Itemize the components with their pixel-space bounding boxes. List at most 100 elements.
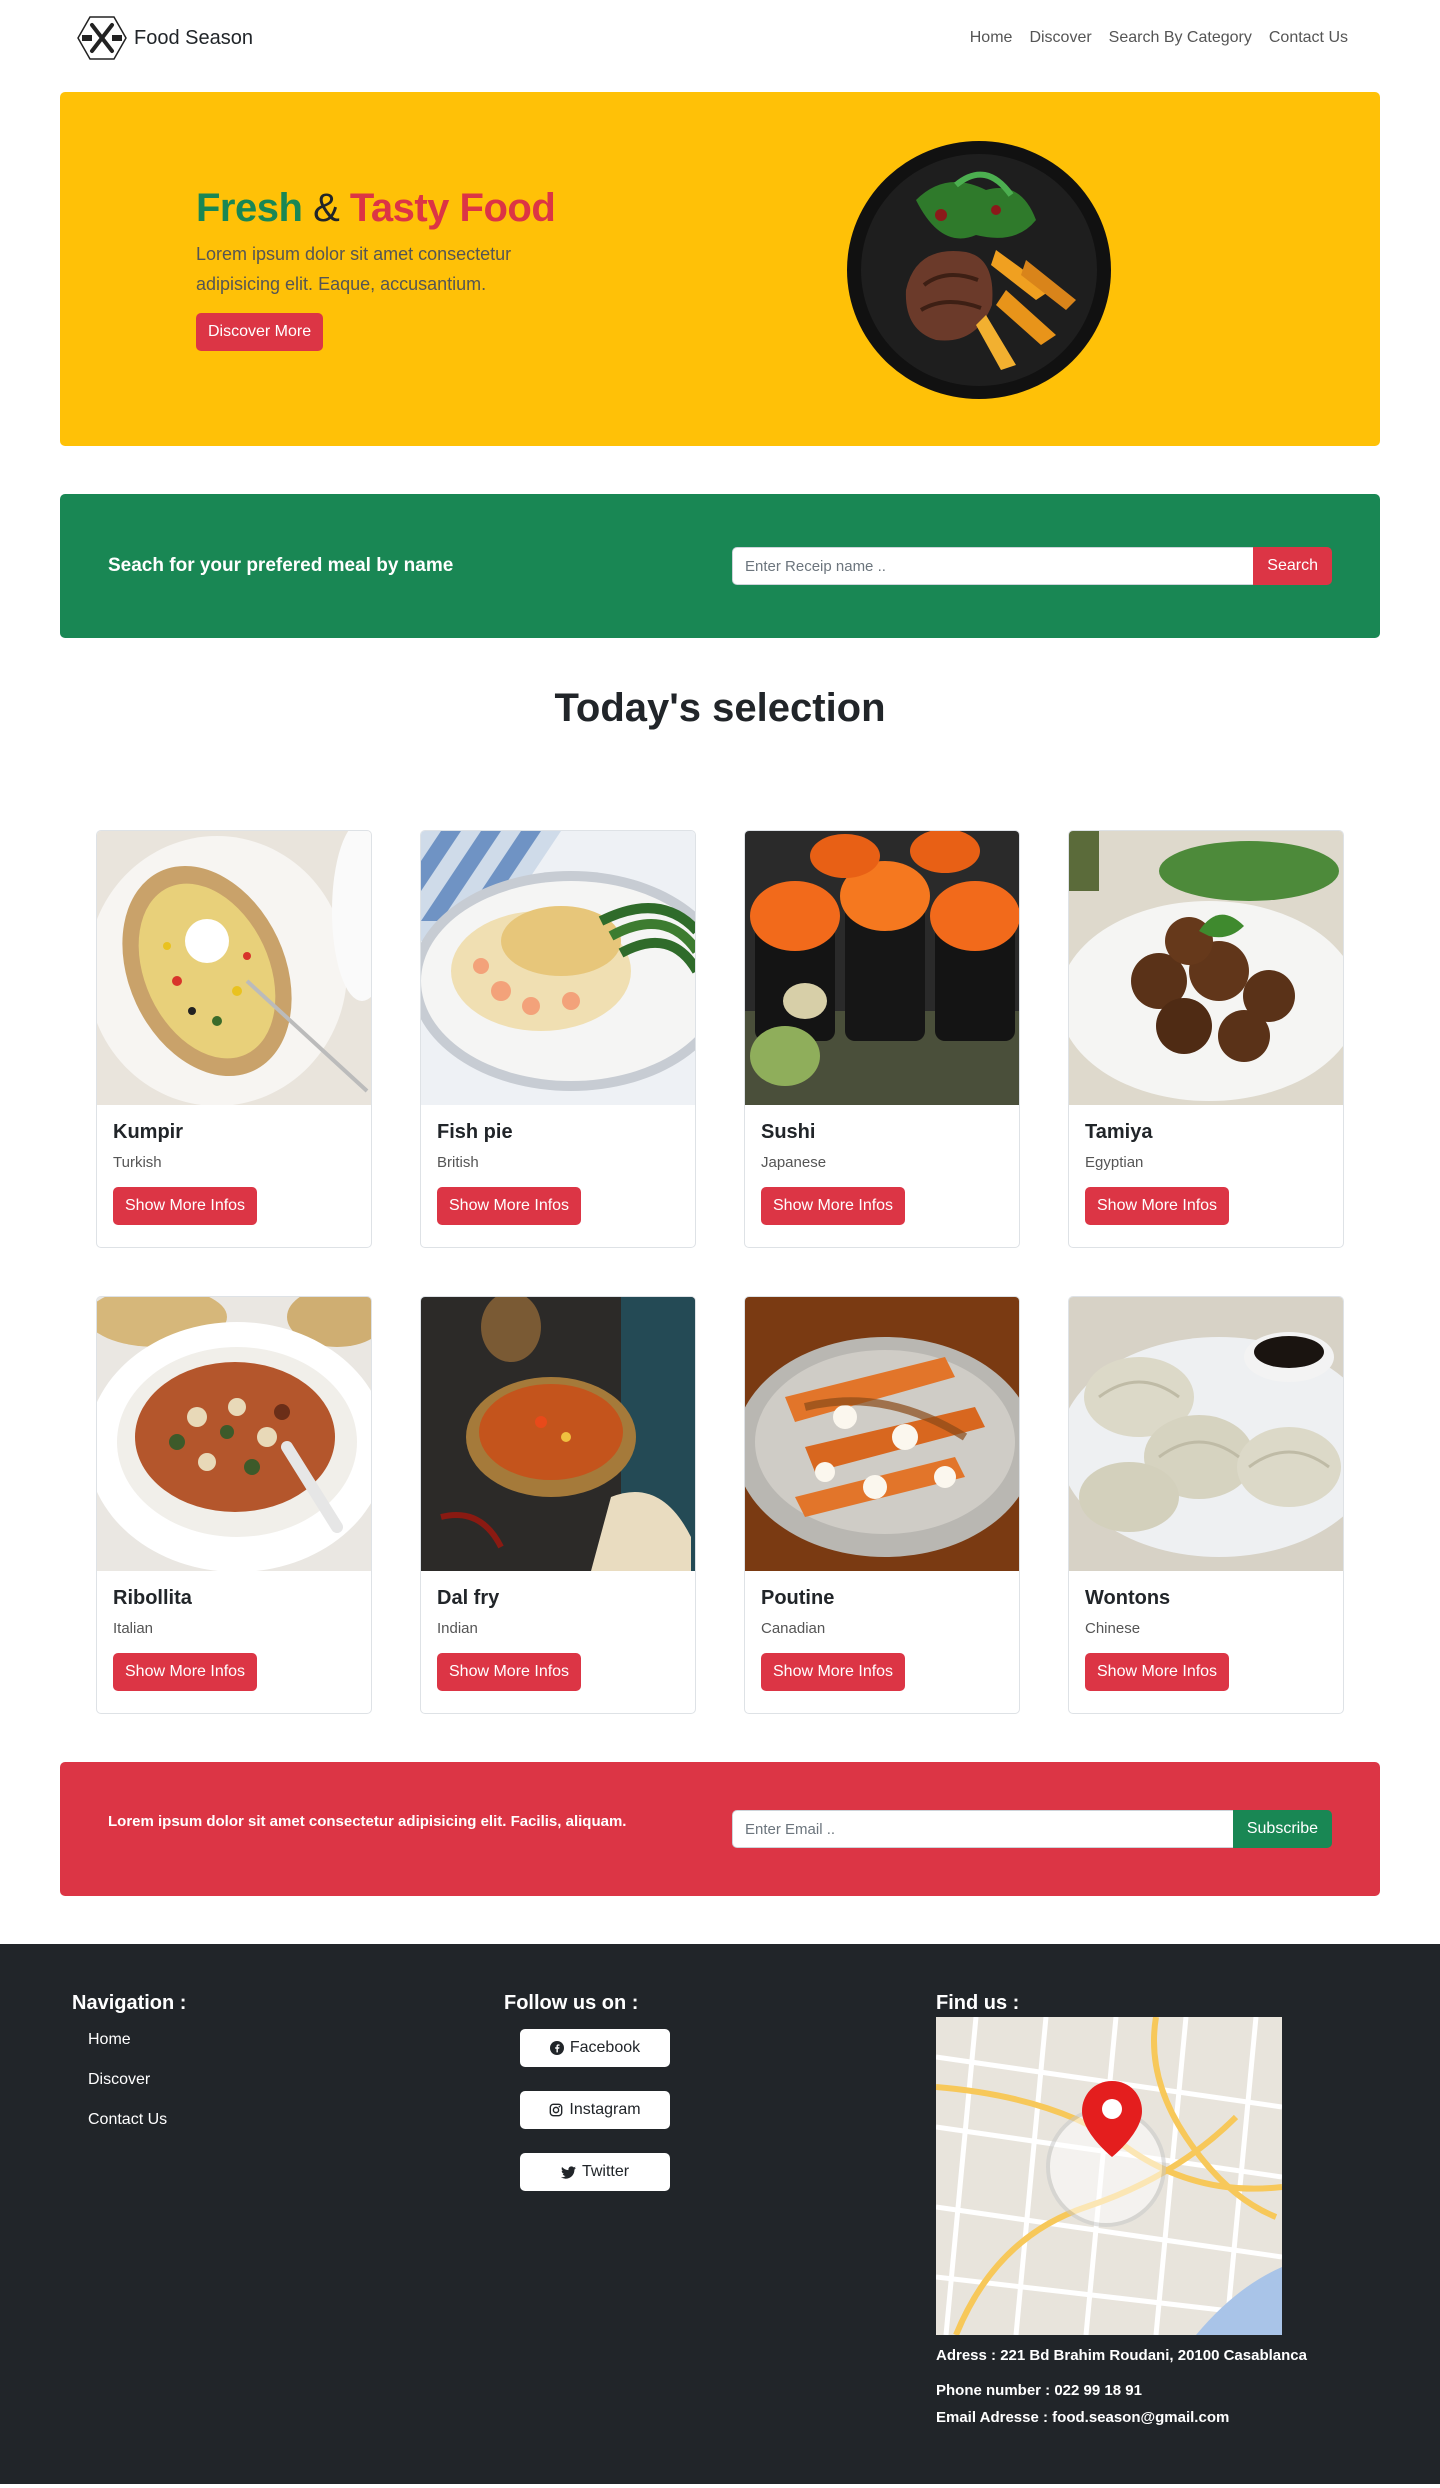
show-more-infos-button[interactable]: Show More Infos [761,1653,906,1691]
hero-text: Fresh & Tasty Food Lorem ipsum dolor sit… [196,186,556,351]
search-group: Search [732,547,1332,585]
footer-nav-list: Home Discover Contact Us [72,2031,186,2129]
steak-plate-image [847,141,1111,399]
instagram-button[interactable]: Instagram [520,2091,670,2129]
recipe-card-fish-pie: Fish pie British Show More Infos [420,830,696,1248]
card-title: Ribollita [113,1587,192,1609]
hero-title: Fresh & Tasty Food [196,186,556,231]
section-title: Today's selection [554,686,886,730]
card-origin: Chinese [1085,1620,1141,1637]
facebook-button[interactable]: Facebook [520,2029,670,2067]
fork-knife-logo-icon [77,16,127,60]
hero-title-tasty: Tasty Food [349,186,556,230]
twitter-icon [560,2165,576,2179]
show-more-infos-button[interactable]: Show More Infos [437,1187,582,1225]
card-title: Fish pie [437,1121,513,1143]
card-title: Kumpir [113,1121,183,1143]
brand-name: Food Season [134,26,253,49]
show-more-infos-button[interactable]: Show More Infos [761,1187,906,1225]
wontons-image [1069,1297,1343,1571]
footer-follow-title: Follow us on : [504,1992,639,2014]
brand[interactable]: Food Season [76,15,253,61]
facebook-label: Facebook [569,2039,641,2056]
hero-title-ampersand: & [313,186,340,230]
show-more-infos-button[interactable]: Show More Infos [1085,1187,1230,1225]
subscribe-button[interactable]: Subscribe [1232,1810,1332,1848]
card-body: Dal fry Indian Show More Infos [421,1571,695,1707]
card-body: Poutine Canadian Show More Infos [745,1571,1019,1707]
dal-fry-image [421,1297,695,1571]
instagram-icon [550,2103,563,2117]
card-origin: Italian [113,1620,154,1637]
show-more-infos-button[interactable]: Show More Infos [113,1187,258,1225]
search-button[interactable]: Search [1253,547,1332,585]
recipe-card-ribollita: Ribollita Italian Show More Infos [96,1296,372,1714]
footer-find-title: Find us : [936,1992,1020,2014]
newsletter-text: Lorem ipsum dolor sit amet consectetur a… [108,1812,627,1830]
nav-link-contact-us[interactable]: Contact Us [1269,29,1348,47]
hero-title-fresh: Fresh [196,186,303,230]
show-more-infos-button[interactable]: Show More Infos [113,1653,258,1691]
card-origin: Turkish [113,1154,162,1171]
show-more-infos-button[interactable]: Show More Infos [1085,1653,1230,1691]
navbar: Food Season Home Discover Search By Cate… [0,0,1440,76]
footer-link-home[interactable]: Home [88,2031,186,2049]
nav-links: Home Discover Search By Category Contact… [970,29,1348,47]
subscribe-group: Subscribe [732,1810,1332,1848]
footer: Navigation : Home Discover Contact Us Fo… [0,1944,1440,2484]
poutine-image [745,1297,1019,1571]
ribollita-image [97,1297,371,1571]
newsletter-banner: Lorem ipsum dolor sit amet consectetur a… [60,1762,1380,1896]
twitter-label: Twitter [581,2163,630,2180]
footer-phone: Phone number : 022 99 18 91 [936,2382,1142,2399]
footer-address: Adress : 221 Bd Brahim Roudani, 20100 Ca… [936,2347,1307,2364]
footer-follow: Follow us on : Facebook Instagram Twitte… [504,1992,670,2191]
card-body: Kumpir Turkish Show More Infos [97,1105,371,1241]
card-body: Tamiya Egyptian Show More Infos [1069,1105,1343,1241]
card-title: Wontons [1085,1587,1171,1609]
card-body: Fish pie British Show More Infos [421,1105,695,1241]
recipe-card-dal-fry: Dal fry Indian Show More Infos [420,1296,696,1714]
search-banner: Seach for your prefered meal by name Sea… [60,494,1380,638]
card-title: Poutine [761,1587,835,1609]
card-title: Tamiya [1085,1121,1153,1143]
nav-link-discover[interactable]: Discover [1029,29,1091,47]
footer-email: Email Adresse : food.season@gmail.com [936,2409,1230,2426]
card-origin: Canadian [761,1620,826,1637]
instagram-label: Instagram [569,2101,641,2118]
card-origin: Japanese [761,1154,827,1171]
recipe-card-poutine: Poutine Canadian Show More Infos [744,1296,1020,1714]
recipe-card-kumpir: Kumpir Turkish Show More Infos [96,830,372,1248]
footer-link-contact-us[interactable]: Contact Us [88,2111,186,2129]
map-image [936,2017,1282,2335]
card-origin: British [437,1154,479,1171]
show-more-infos-button[interactable]: Show More Infos [437,1653,582,1691]
card-body: Ribollita Italian Show More Infos [97,1571,371,1707]
sushi-image [745,831,1019,1105]
footer-link-discover[interactable]: Discover [88,2071,186,2089]
discover-more-button[interactable]: Discover More [196,313,324,351]
card-body: Sushi Japanese Show More Infos [745,1105,1019,1241]
email-input[interactable] [732,1810,1233,1848]
recipe-grid: Kumpir Turkish Show More Infos Fish pie … [96,830,1440,1714]
footer-nav-title: Navigation : [72,1992,187,2014]
recipe-search-input[interactable] [732,547,1254,585]
recipe-card-tamiya: Tamiya Egyptian Show More Infos [1068,830,1344,1248]
card-body: Wontons Chinese Show More Infos [1069,1571,1343,1707]
search-label: Seach for your prefered meal by name [108,555,454,576]
hero-banner: Fresh & Tasty Food Lorem ipsum dolor sit… [60,92,1380,446]
footer-find-us: Find us : Adress : 221 Bd Brahim Roudani… [936,1992,1307,2426]
nav-link-home[interactable]: Home [970,29,1013,47]
hero-subtitle: Lorem ipsum dolor sit amet consectetur a… [196,244,512,294]
fish-pie-image [421,831,695,1105]
nav-link-search-by-category[interactable]: Search By Category [1109,29,1252,47]
card-origin: Egyptian [1085,1154,1144,1171]
recipe-card-sushi: Sushi Japanese Show More Infos [744,830,1020,1248]
twitter-button[interactable]: Twitter [520,2153,670,2191]
footer-navigation: Navigation : Home Discover Contact Us [72,1992,186,2151]
kumpir-image [97,831,371,1105]
card-title: Dal fry [437,1587,500,1609]
facebook-icon [549,2041,564,2055]
tamiya-image [1069,831,1343,1105]
recipe-card-wontons: Wontons Chinese Show More Infos [1068,1296,1344,1714]
